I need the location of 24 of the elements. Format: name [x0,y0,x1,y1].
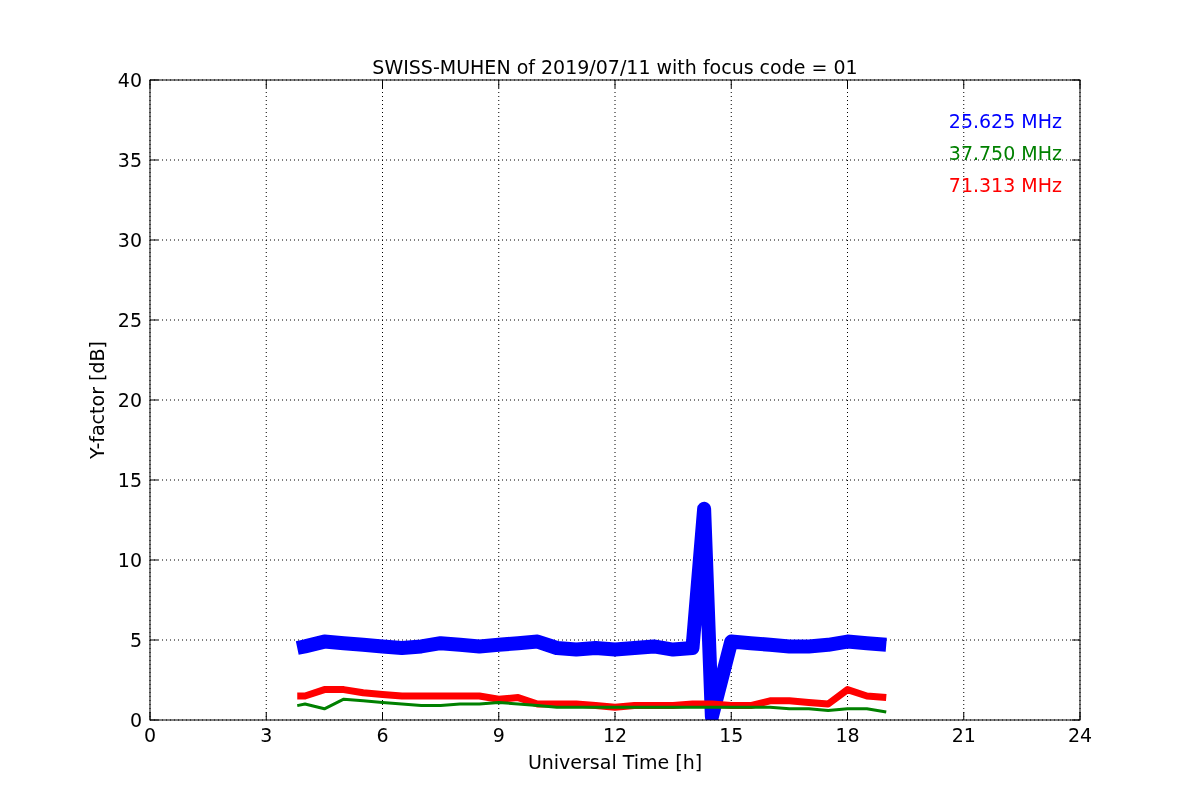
y-tick-label: 40 [117,69,142,91]
x-tick-label: 9 [492,724,505,746]
y-tick-label: 25 [117,309,142,331]
legend-label: 37.750 MHz [948,142,1062,164]
x-tick-label: 15 [719,724,744,746]
x-tick-label: 18 [835,724,860,746]
x-axis-label: Universal Time [h] [527,751,703,773]
legend-label: 25.625 MHz [948,110,1062,132]
y-tick-label: 15 [117,469,142,491]
chart-title: SWISS-MUHEN of 2019/07/11 with focus code = 01 [372,56,858,78]
y-tick-label: 10 [117,549,142,571]
x-tick-label: 12 [602,724,628,746]
y-tick-label: 30 [117,229,142,251]
x-tick-label: 21 [951,724,976,746]
x-tick-label: 3 [260,724,273,746]
legend-label: 71.313 MHz [948,174,1062,196]
y-axis-label: Y-factor [dB] [86,341,108,459]
x-tick-label: 6 [376,724,389,746]
y-tick-label: 20 [117,389,142,411]
x-tick-label: 24 [1067,724,1093,746]
y-tick-label: 35 [117,149,142,171]
y-tick-label: 5 [129,629,142,651]
y-tick-label: 0 [129,709,142,731]
x-tick-label: 0 [143,724,157,746]
